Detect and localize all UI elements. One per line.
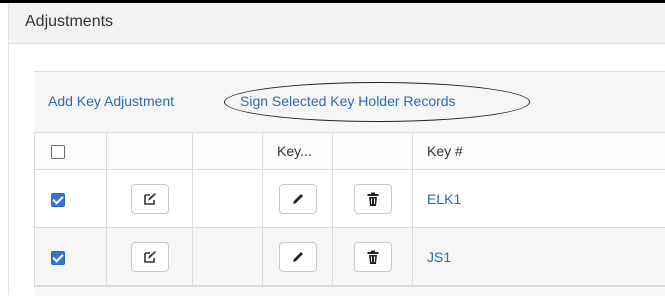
key-number-link[interactable]: ELK1 bbox=[427, 191, 461, 207]
table-header-row: Key... Key # bbox=[35, 133, 665, 170]
table-row: ELK1 bbox=[35, 170, 665, 228]
key-number-link[interactable]: JS1 bbox=[427, 249, 451, 265]
row-key-edit-cell bbox=[263, 170, 333, 228]
row-delete-cell bbox=[333, 228, 413, 286]
row-key-edit-cell bbox=[263, 228, 333, 286]
row-select-cell bbox=[35, 170, 107, 228]
edit-key-button[interactable] bbox=[279, 242, 317, 272]
row-checkbox[interactable] bbox=[51, 251, 65, 265]
column-header-delete bbox=[333, 133, 413, 170]
add-key-adjustment-link[interactable]: Add Key Adjustment bbox=[48, 93, 174, 109]
section-header: Adjustments bbox=[8, 3, 665, 44]
delete-button[interactable] bbox=[354, 184, 392, 214]
edit-record-button[interactable] bbox=[131, 184, 169, 214]
edit-square-icon bbox=[142, 249, 158, 265]
row-empty-cell bbox=[193, 228, 263, 286]
row-empty-cell bbox=[193, 170, 263, 228]
pencil-icon bbox=[290, 249, 306, 265]
column-header-edit bbox=[107, 133, 193, 170]
trash-icon bbox=[365, 249, 381, 265]
column-header-key[interactable]: Key... bbox=[263, 133, 333, 170]
delete-button[interactable] bbox=[354, 242, 392, 272]
edit-square-icon bbox=[142, 191, 158, 207]
table-row: JS1 bbox=[35, 228, 665, 286]
edit-record-button[interactable] bbox=[131, 242, 169, 272]
highlight-ellipse bbox=[224, 82, 530, 122]
edit-key-button[interactable] bbox=[279, 184, 317, 214]
row-key-number-cell: JS1 bbox=[413, 228, 665, 286]
row-select-cell bbox=[35, 228, 107, 286]
row-checkbox[interactable] bbox=[51, 193, 65, 207]
select-all-cell bbox=[35, 133, 107, 170]
pencil-icon bbox=[290, 191, 306, 207]
select-all-checkbox[interactable] bbox=[51, 145, 65, 159]
section-title: Adjustments bbox=[25, 13, 113, 31]
adjustments-table: Key... Key # bbox=[34, 132, 665, 286]
row-edit-cell bbox=[107, 228, 193, 286]
column-header-blank bbox=[193, 133, 263, 170]
row-delete-cell bbox=[333, 170, 413, 228]
column-header-key-number[interactable]: Key # bbox=[413, 133, 665, 170]
row-edit-cell bbox=[107, 170, 193, 228]
trash-icon bbox=[365, 191, 381, 207]
row-key-number-cell: ELK1 bbox=[413, 170, 665, 228]
